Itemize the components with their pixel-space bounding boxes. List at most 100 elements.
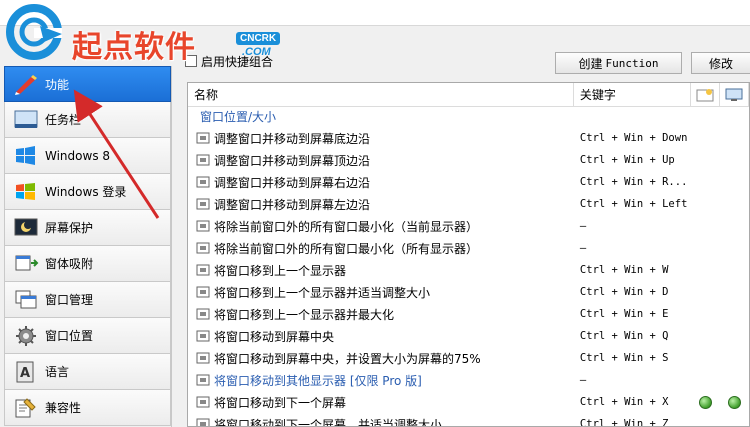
logo-text: 起点软件 [72, 30, 196, 65]
window-action-icon [196, 374, 210, 386]
table-row[interactable]: 将窗口移动到屏幕中央 Ctrl + Win + Q [188, 325, 749, 347]
sidebar-item-label: 窗体吸附 [45, 257, 94, 271]
sidebar-item-label: 语言 [45, 365, 70, 379]
sidebar-item-label: 任务栏 [45, 113, 82, 127]
column-header-name[interactable]: 名称 [188, 83, 574, 107]
table-body: 调整窗口并移动到屏幕底边沿 Ctrl + Win + Down 调整窗口并移动到屏幕… [188, 127, 749, 427]
sidebar: 功能 任务栏 Windows 8 Windows 登录 屏幕保护 窗体吸附 窗口… [4, 66, 172, 427]
column-header-monitor[interactable] [720, 83, 749, 107]
table-row[interactable]: 调整窗口并移动到屏幕顶边沿 Ctrl + Win + Up [188, 149, 749, 171]
table-row[interactable]: 将窗口移动到屏幕中央，并设置大小为屏幕的75% Ctrl + Win + S [188, 347, 749, 369]
logo-swirl-icon [6, 4, 62, 60]
sidebar-item-label: 功能 [45, 77, 70, 92]
row-name-text: 调整窗口并移动到屏幕顶边沿 [214, 153, 371, 168]
sidebar-item-label: 窗口管理 [45, 293, 94, 307]
row-name-text: 将窗口移动到下一个屏幕 [214, 395, 347, 410]
row-name-text: 将窗口移动到下一个屏幕，并适当调整大小 [214, 417, 443, 427]
table-row[interactable]: 将窗口移动到下一个屏幕 Ctrl + Win + X [188, 391, 749, 413]
pen-icon [15, 75, 37, 95]
sidebar-item-compatibility[interactable]: 兼容性 [4, 390, 171, 426]
language-icon: A [16, 361, 34, 382]
compatibility-icon [15, 397, 36, 417]
table-row[interactable]: 将除当前窗口外的所有窗口最小化（所有显示器） — [188, 237, 749, 259]
logo-badge: CNCRK [236, 32, 281, 45]
window-action-icon [196, 418, 210, 426]
sidebar-item-taskbar[interactable]: 任务栏 [4, 102, 171, 138]
svg-text:A: A [20, 366, 30, 381]
cell-name: 将除当前窗口外的所有窗口最小化（当前显示器） [188, 218, 574, 235]
window-action-icon [196, 308, 210, 320]
column-header-key[interactable]: 关键字 [574, 83, 692, 107]
windows8-icon [16, 145, 35, 165]
function-table: 名称 关键字 窗口位置/大小 调整窗口并移动到屏幕底边沿 Ctrl + Win +… [187, 82, 750, 427]
sidebar-item-label: 屏幕保护 [45, 221, 94, 235]
cell-name: 将窗口移动到其他显示器 [仅限 Pro 版] [188, 372, 574, 389]
table-row[interactable]: 将窗口移动到其他显示器 [仅限 Pro 版] — [188, 369, 749, 391]
status-dot-icon [699, 395, 713, 409]
sidebar-item-label: 窗口位置 [45, 329, 94, 343]
window-action-icon [196, 242, 210, 254]
row-notify-cell[interactable] [691, 395, 720, 409]
window-action-icon [196, 286, 210, 298]
gear-icon [16, 325, 36, 346]
row-name-text: 调整窗口并移动到屏幕左边沿 [214, 197, 371, 212]
create-button-keyword: Function [605, 56, 659, 70]
row-name-text: 将窗口移到上一个显示器 [214, 263, 347, 278]
row-key-text: Ctrl + Win + S [579, 352, 669, 364]
table-row[interactable]: 调整窗口并移动到屏幕右边沿 Ctrl + Win + R... [188, 171, 749, 193]
table-row[interactable]: 将窗口移动到下一个屏幕，并适当调整大小 Ctrl + Win + Z [188, 413, 749, 427]
cell-name: 将窗口移动到屏幕中央 [188, 328, 574, 345]
row-key-text: Ctrl + Win + E [579, 308, 669, 320]
row-key-text: — [579, 220, 587, 232]
main-content: 启用快捷组合 创建 Function 修改 名称 关键字 窗口位置/大小 调整窗… [183, 26, 750, 427]
window-action-icon [196, 132, 210, 144]
sidebar-item-window-snap[interactable]: 窗体吸附 [4, 246, 171, 282]
monitor-column-icon [725, 88, 743, 101]
table-row[interactable]: 将窗口移到上一个显示器并适当调整大小 Ctrl + Win + D [188, 281, 749, 303]
row-name-text: 将除当前窗口外的所有窗口最小化（当前显示器） [214, 219, 479, 234]
sidebar-item-language[interactable]: A 语言 [4, 354, 171, 390]
sidebar-item-label: Windows 8 [45, 148, 111, 163]
cell-name: 调整窗口并移动到屏幕右边沿 [188, 174, 574, 191]
watermark-logo: 起点软件 CNCRK .COM [4, 4, 294, 65]
cell-name: 将窗口移动到屏幕中央，并设置大小为屏幕的75% [188, 350, 574, 367]
create-function-button[interactable]: 创建 Function [555, 52, 682, 74]
table-row[interactable]: 调整窗口并移动到屏幕左边沿 Ctrl + Win + Left [188, 193, 749, 215]
table-row[interactable]: 调整窗口并移动到屏幕底边沿 Ctrl + Win + Down [188, 127, 749, 149]
window-action-icon [196, 220, 210, 232]
row-key-text: Ctrl + Win + D [579, 286, 669, 298]
sidebar-item-window-position[interactable]: 窗口位置 [4, 318, 171, 354]
column-header-notify[interactable] [691, 83, 721, 107]
row-name-text: 将窗口移到上一个显示器并最大化 [214, 307, 395, 322]
row-key-text: — [579, 374, 587, 386]
sidebar-item-windows-login[interactable]: Windows 登录 [4, 174, 171, 210]
row-monitor-cell[interactable] [720, 395, 749, 409]
table-header: 名称 关键字 [188, 83, 749, 107]
sidebar-item-windows8[interactable]: Windows 8 [4, 138, 171, 174]
sidebar-item-screensaver[interactable]: 屏幕保护 [4, 210, 171, 246]
screensaver-icon [14, 218, 38, 235]
app-window: 起点软件 CNCRK .COM 功能 任务栏 Windows 8 Windows… [0, 0, 750, 427]
cell-name: 调整窗口并移动到屏幕顶边沿 [188, 152, 574, 169]
cell-name: 将除当前窗口外的所有窗口最小化（所有显示器） [188, 240, 574, 257]
notify-column-icon [696, 89, 714, 102]
row-key-text: — [579, 242, 587, 254]
row-key-text: Ctrl + Win + Q [579, 330, 669, 342]
table-row[interactable]: 将窗口移到上一个显示器并最大化 Ctrl + Win + E [188, 303, 749, 325]
table-row[interactable]: 将窗口移到上一个显示器 Ctrl + Win + W [188, 259, 749, 281]
group-header: 窗口位置/大小 [200, 110, 277, 124]
sidebar-item-window-manage[interactable]: 窗口管理 [4, 282, 171, 318]
cell-name: 调整窗口并移动到屏幕底边沿 [188, 130, 574, 147]
row-name-text: 将窗口移动到其他显示器 [仅限 Pro 版] [214, 373, 422, 388]
row-name-text: 调整窗口并移动到屏幕右边沿 [214, 175, 371, 190]
status-dot-icon [728, 395, 742, 409]
windows-logo-icon [16, 182, 35, 200]
edit-button[interactable]: 修改 [691, 52, 750, 74]
row-name-text: 将除当前窗口外的所有窗口最小化（所有显示器） [214, 241, 479, 256]
table-row[interactable]: 将除当前窗口外的所有窗口最小化（当前显示器） — [188, 215, 749, 237]
row-name-text: 将窗口移动到屏幕中央 [214, 329, 335, 344]
sidebar-item-function[interactable]: 功能 [4, 66, 171, 102]
cell-name: 调整窗口并移动到屏幕左边沿 [188, 196, 574, 213]
window-action-icon [196, 352, 210, 364]
row-name-text: 调整窗口并移动到屏幕底边沿 [214, 131, 371, 146]
